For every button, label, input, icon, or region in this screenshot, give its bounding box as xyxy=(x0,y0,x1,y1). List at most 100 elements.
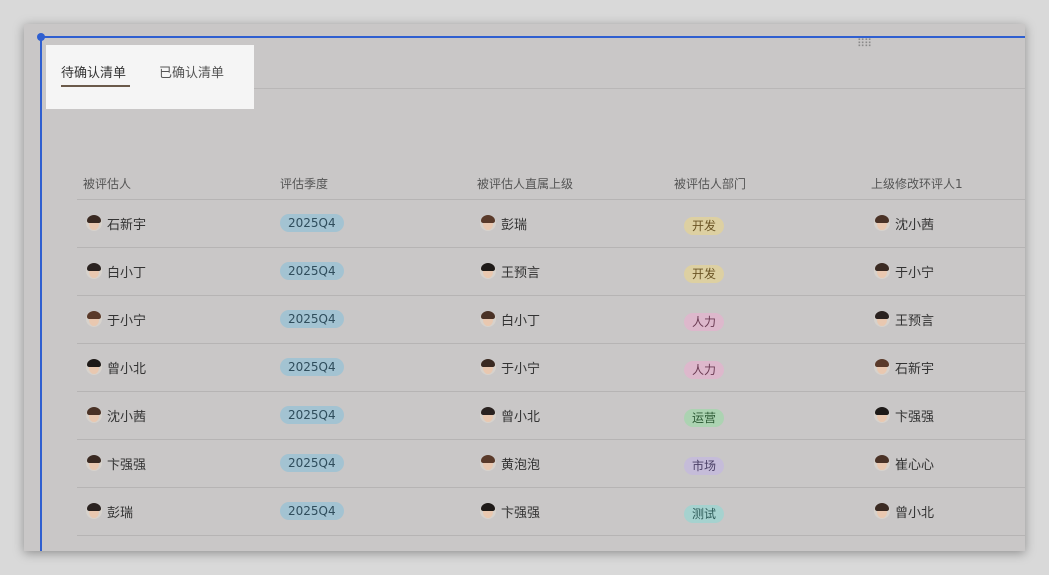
reviewer-cell-name: 沈小茜 xyxy=(895,217,935,233)
avatar xyxy=(874,455,890,471)
screen-background: ⠿⠿ 待确认清单 已确认清单 被评估人 评估季度 被评估人直属上级 被评估人部门… xyxy=(0,0,1049,575)
manager-cell-name: 黄泡泡 xyxy=(501,457,541,473)
avatar xyxy=(874,407,890,423)
avatar xyxy=(480,215,496,231)
reviewer-cell-name: 曾小北 xyxy=(895,505,935,521)
reviewer-cell[interactable]: 于小宁 xyxy=(874,247,934,295)
department-cell-tag: 市场 xyxy=(684,457,725,475)
avatar xyxy=(86,311,102,327)
quarter-cell-tag: 2025Q4 xyxy=(280,262,344,280)
assessee-cell[interactable]: 于小宁 xyxy=(86,295,146,343)
avatar xyxy=(86,263,102,279)
avatar xyxy=(86,407,102,423)
avatar xyxy=(480,359,496,375)
manager-cell-name: 于小宁 xyxy=(501,361,541,377)
column-header-department[interactable]: 被评估人部门 xyxy=(674,175,746,192)
manager-cell[interactable]: 黄泡泡 xyxy=(480,439,540,487)
reviewer-cell[interactable]: 石新宇 xyxy=(874,343,934,391)
selection-handle[interactable] xyxy=(37,33,45,41)
avatar xyxy=(480,503,496,519)
manager-cell-name: 彭瑞 xyxy=(501,217,528,233)
department-cell-tag: 人力 xyxy=(684,361,725,379)
reviewer-cell-name: 王预言 xyxy=(895,313,935,329)
department-cell[interactable]: 人力 xyxy=(684,346,725,394)
manager-cell[interactable]: 彭瑞 xyxy=(480,199,527,247)
manager-cell[interactable]: 于小宁 xyxy=(480,343,540,391)
avatar xyxy=(480,455,496,471)
manager-cell-name: 王预言 xyxy=(501,265,541,281)
assessee-cell-name: 于小宁 xyxy=(107,313,147,329)
avatar xyxy=(86,215,102,231)
department-cell[interactable]: 开发 xyxy=(684,202,725,250)
selection-outline-left xyxy=(40,36,42,551)
quarter-cell-tag: 2025Q4 xyxy=(280,406,344,424)
quarter-cell[interactable]: 2025Q4 xyxy=(280,199,344,247)
manager-cell-name: 白小丁 xyxy=(501,313,541,329)
selection-outline-top xyxy=(42,36,1025,38)
quarter-cell-tag: 2025Q4 xyxy=(280,454,344,472)
quarter-cell[interactable]: 2025Q4 xyxy=(280,247,344,295)
drag-handle-icon[interactable]: ⠿⠿ xyxy=(857,38,872,49)
reviewer-cell[interactable]: 崔心心 xyxy=(874,439,934,487)
quarter-cell[interactable]: 2025Q4 xyxy=(280,295,344,343)
assessee-cell[interactable]: 白小丁 xyxy=(86,247,146,295)
table-card: ⠿⠿ 待确认清单 已确认清单 被评估人 评估季度 被评估人直属上级 被评估人部门… xyxy=(24,24,1025,551)
department-cell-tag: 开发 xyxy=(684,265,725,283)
department-cell[interactable]: 市场 xyxy=(684,442,725,490)
active-tab-indicator xyxy=(61,85,130,87)
assessee-cell[interactable]: 石新宇 xyxy=(86,199,146,247)
manager-cell-name: 卞强强 xyxy=(501,505,541,521)
department-cell-tag: 开发 xyxy=(684,217,725,235)
quarter-cell-tag: 2025Q4 xyxy=(280,502,344,520)
avatar xyxy=(86,503,102,519)
assessee-cell-name: 曾小北 xyxy=(107,361,147,377)
department-cell[interactable]: 运营 xyxy=(684,394,725,442)
department-cell-tag: 运营 xyxy=(684,409,725,427)
assessee-cell-name: 沈小茜 xyxy=(107,409,147,425)
avatar xyxy=(480,407,496,423)
assessee-cell[interactable]: 沈小茜 xyxy=(86,391,146,439)
manager-cell-name: 曾小北 xyxy=(501,409,541,425)
tab-pending[interactable]: 待确认清单 xyxy=(61,62,126,81)
avatar xyxy=(874,311,890,327)
manager-cell[interactable]: 王预言 xyxy=(480,247,540,295)
quarter-cell[interactable]: 2025Q4 xyxy=(280,343,344,391)
row-divider xyxy=(77,535,1025,536)
avatar xyxy=(874,503,890,519)
avatar xyxy=(480,311,496,327)
column-header-reviewer[interactable]: 上级修改环评人1 xyxy=(871,175,963,192)
avatar xyxy=(480,263,496,279)
manager-cell[interactable]: 曾小北 xyxy=(480,391,540,439)
quarter-cell[interactable]: 2025Q4 xyxy=(280,487,344,535)
avatar xyxy=(86,359,102,375)
manager-cell[interactable]: 卞强强 xyxy=(480,487,540,535)
manager-cell[interactable]: 白小丁 xyxy=(480,295,540,343)
quarter-cell-tag: 2025Q4 xyxy=(280,214,344,232)
quarter-cell[interactable]: 2025Q4 xyxy=(280,439,344,487)
tab-divider xyxy=(254,88,1025,89)
reviewer-cell[interactable]: 沈小茜 xyxy=(874,199,934,247)
reviewer-cell-name: 崔心心 xyxy=(895,457,935,473)
column-header-quarter[interactable]: 评估季度 xyxy=(280,175,328,192)
column-header-person[interactable]: 被评估人 xyxy=(83,175,131,192)
assessee-cell[interactable]: 曾小北 xyxy=(86,343,146,391)
department-cell[interactable]: 测试 xyxy=(684,490,725,538)
quarter-cell-tag: 2025Q4 xyxy=(280,310,344,328)
assessee-cell[interactable]: 卞强强 xyxy=(86,439,146,487)
tab-confirmed[interactable]: 已确认清单 xyxy=(159,62,224,81)
reviewer-cell[interactable]: 曾小北 xyxy=(874,487,934,535)
avatar xyxy=(86,455,102,471)
avatar xyxy=(874,215,890,231)
column-header-manager[interactable]: 被评估人直属上级 xyxy=(477,175,573,192)
reviewer-cell[interactable]: 卞强强 xyxy=(874,391,934,439)
assessee-cell-name: 彭瑞 xyxy=(107,505,134,521)
quarter-cell-tag: 2025Q4 xyxy=(280,358,344,376)
department-cell[interactable]: 人力 xyxy=(684,298,725,346)
department-cell[interactable]: 开发 xyxy=(684,250,725,298)
reviewer-cell[interactable]: 王预言 xyxy=(874,295,934,343)
reviewer-cell-name: 于小宁 xyxy=(895,265,935,281)
assessee-cell-name: 石新宇 xyxy=(107,217,147,233)
department-cell-tag: 测试 xyxy=(684,505,725,523)
quarter-cell[interactable]: 2025Q4 xyxy=(280,391,344,439)
assessee-cell[interactable]: 彭瑞 xyxy=(86,487,133,535)
